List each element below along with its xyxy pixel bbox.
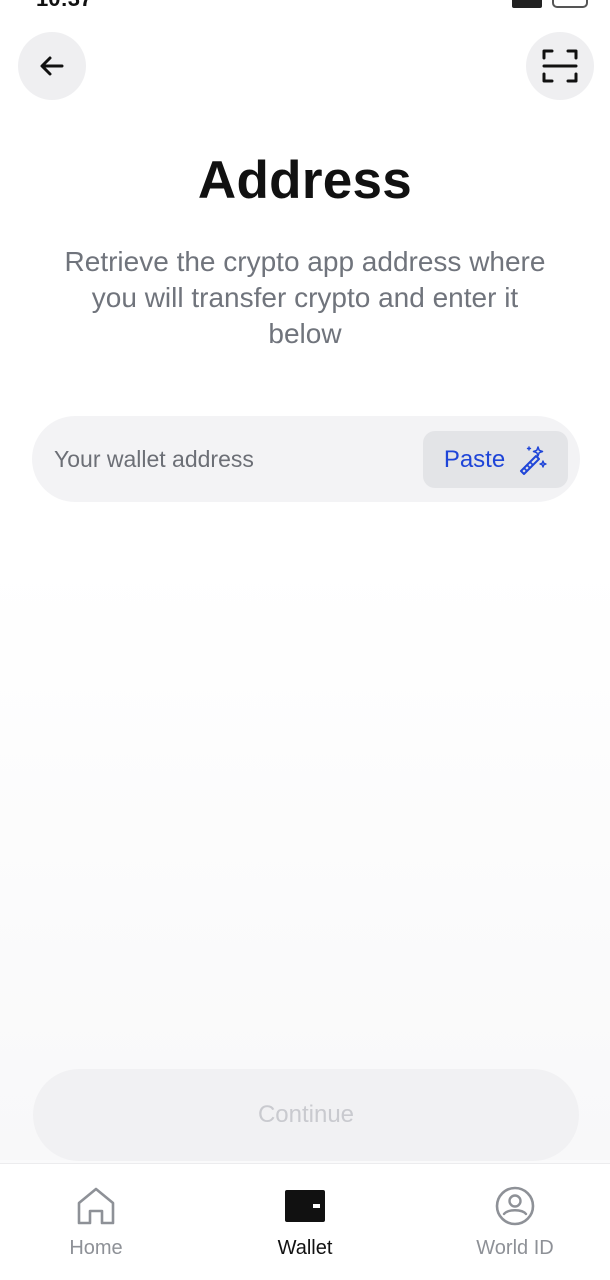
status-icons [512,0,588,8]
page-subtitle: Retrieve the crypto app address where yo… [64,246,546,349]
nav-item-wallet[interactable]: Wallet [225,1164,385,1280]
nav-item-world-id[interactable]: World ID [435,1164,595,1280]
paste-label: Paste [443,445,506,473]
scan-button[interactable] [526,32,594,100]
status-bar: 10:37 [0,0,610,10]
back-button[interactable] [18,32,86,100]
nav-label-home: Home [69,1237,123,1259]
continue-button[interactable]: Continue [33,1069,579,1161]
continue-label: Continue [257,1101,355,1128]
nav-item-home[interactable]: Home [16,1164,176,1280]
home-icon [74,1184,118,1228]
status-time: 10:37 [36,0,92,10]
arrow-left-icon [40,56,64,76]
wallet-address-field: Paste [32,416,580,502]
paste-button[interactable]: Paste [423,431,568,488]
signal-icon [512,0,542,8]
bottom-nav: Home Wallet World ID [0,1163,610,1280]
page-title: Address [197,151,413,210]
wallet-address-input[interactable] [54,436,414,482]
nav-label-wallet: Wallet [277,1237,333,1259]
scan-qr-icon [542,49,578,83]
magic-wand-icon [520,445,547,475]
world-id-icon [493,1184,537,1228]
nav-label-world-id: World ID [476,1237,554,1259]
wallet-icon [283,1184,327,1228]
battery-icon [552,0,588,8]
